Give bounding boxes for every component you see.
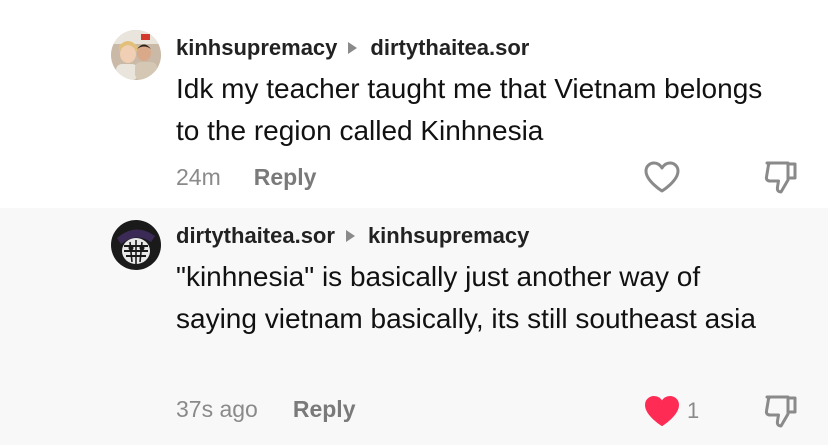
- comment-meta: 24m Reply: [176, 164, 316, 191]
- comment-item: kinhsupremacy dirtythaitea.sor Idk my te…: [0, 0, 828, 208]
- dislike-button[interactable]: [762, 392, 800, 435]
- comment-thread: kinhsupremacy dirtythaitea.sor Idk my te…: [0, 0, 828, 445]
- like-button[interactable]: [643, 160, 681, 194]
- like-button[interactable]: 1: [643, 394, 699, 428]
- reply-arrow-icon: [345, 230, 355, 242]
- dislike-button[interactable]: [762, 158, 800, 201]
- timestamp: 37s ago: [176, 396, 258, 422]
- thumbs-down-icon: [764, 161, 797, 194]
- avatar-drawing-icon: [111, 220, 161, 270]
- like-count: 1: [687, 398, 700, 423]
- comment-text: "kinhnesia" is basically just another wa…: [176, 261, 756, 334]
- author-name[interactable]: kinhsupremacy: [176, 35, 337, 61]
- reply-arrow-icon: [348, 42, 358, 54]
- reply-button[interactable]: Reply: [293, 396, 356, 423]
- comment-header: kinhsupremacy dirtythaitea.sor: [176, 35, 529, 61]
- avatar[interactable]: [111, 30, 161, 80]
- timestamp: 24m: [176, 164, 221, 190]
- avatar-photo-icon: [111, 30, 161, 80]
- comment-meta: 37s ago Reply: [176, 396, 356, 423]
- reply-button[interactable]: Reply: [254, 164, 317, 191]
- author-name[interactable]: dirtythaitea.sor: [176, 223, 335, 249]
- comment-text: Idk my teacher taught me that Vietnam be…: [176, 73, 763, 146]
- thumbs-down-icon: [764, 395, 797, 428]
- comment-item: dirtythaitea.sor kinhsupremacy "kinhnesi…: [0, 208, 828, 445]
- heart-filled-icon: [645, 396, 679, 426]
- heart-outline-icon: [644, 161, 680, 193]
- comment-header: dirtythaitea.sor kinhsupremacy: [176, 223, 529, 249]
- reply-to-name[interactable]: dirtythaitea.sor: [370, 35, 529, 61]
- reply-to-name[interactable]: kinhsupremacy: [368, 223, 529, 249]
- avatar[interactable]: [111, 220, 161, 270]
